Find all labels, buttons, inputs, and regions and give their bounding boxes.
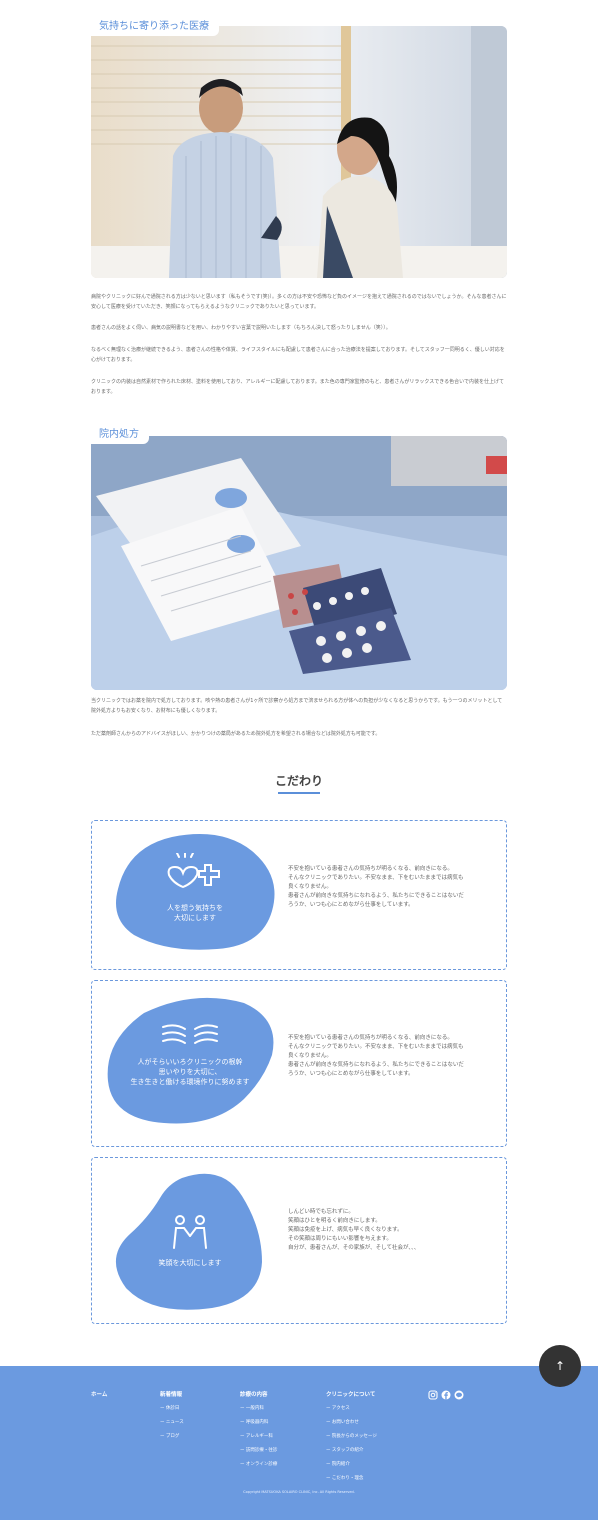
footer-link[interactable]: ー オンライン診療 (240, 1460, 277, 1474)
instagram-icon[interactable] (428, 1390, 438, 1400)
section-tag: 院内処方 (91, 426, 149, 444)
footer-heading[interactable]: 新着情報 (160, 1390, 184, 1404)
paragraph: なるべく無理なく治療が継続できるよう、患者さんの性格や体質、ライフスタイルにも配… (91, 347, 505, 363)
footer-link[interactable]: ー こだわり・理念 (326, 1474, 377, 1488)
footer-col-home: ホーム (91, 1390, 107, 1404)
footer-col-news: 新着情報 ー 休診日 ー ニュース ー ブログ (160, 1390, 184, 1446)
footer-link[interactable]: ー ブログ (160, 1432, 184, 1446)
card-body: しんどい時でも忘れずに。 笑顔はひとを明るく前向きにします。 笑顔は免疫を上げ、… (288, 1209, 420, 1251)
section-kimochi: 気持ちに寄り添った医療 病院やクリニックに好んで通院される方は少ないと思います（… (91, 18, 507, 408)
hands-icon (159, 1021, 221, 1047)
arrow-up-icon: ↑ (554, 1359, 566, 1373)
footer-link[interactable]: ー アレルギー科 (240, 1432, 277, 1446)
blob-shape: 笑顔を大切にします (112, 1170, 268, 1312)
line-icon[interactable] (454, 1390, 464, 1400)
prescription-photo (91, 436, 507, 690)
blob-text: 人を想う気持ちを 大切にします (167, 904, 223, 922)
footer-col-clinic: クリニックについて ー アクセス ー お問い合わせ ー 院長からのメッセージ ー… (326, 1390, 377, 1488)
section-innai: 院内処方 当クリニックではお薬を院内で処方しております。咳や熱の患者さんが1ヶ所… (91, 426, 507, 746)
footer-link-home[interactable]: ホーム (91, 1390, 107, 1404)
blob-shape: 人がそらいいろクリニックの根幹 思いやりを大切に、 生き生きと働ける環境作りに努… (104, 995, 276, 1127)
paragraph: ただ薬剤師さんからのアドバイスがほしい、かかりつけの薬局があるため院外処方を希望… (91, 731, 381, 737)
blob-shape: 人を想う気持ちを 大切にします (112, 831, 278, 951)
card-body: 不安を抱いている患者さんの気持ちが明るくなる、前向きになる。 そんなクリニックで… (288, 866, 464, 908)
paragraph: クリニックの内装は自然素材で作られた床材、塗料を使用しており、アレルギーに配慮し… (91, 379, 505, 395)
kodawari-title: こだわり (274, 774, 323, 788)
kodawari-card: 人を想う気持ちを 大切にします 不安を抱いている患者さんの気持ちが明るくなる、前… (91, 820, 507, 970)
facebook-icon[interactable] (441, 1390, 451, 1400)
section-tag: 気持ちに寄り添った医療 (91, 18, 219, 36)
paragraph: 当クリニックではお薬を院内で処方しております。咳や熱の患者さんが1ヶ所で診察から… (91, 698, 503, 714)
card-body: 不安を抱いている患者さんの気持ちが明るくなる、前向きになる。 そんなクリニックで… (288, 1035, 464, 1077)
copyright: Copyright MATSUOKA SOLAIRO CLINIC, Inc. … (243, 1490, 355, 1494)
footer-col-services: 診療の内容 ー 一般内科 ー 呼吸器内科 ー アレルギー科 ー 訪問診療・往診 … (240, 1390, 277, 1474)
paragraph: 病院やクリニックに好んで通院される方は少ないと思います（私もそうです(笑)）。多… (91, 294, 507, 310)
kodawari-card: 人がそらいいろクリニックの根幹 思いやりを大切に、 生き生きと働ける環境作りに努… (91, 980, 507, 1147)
blob-text: 人がそらいいろクリニックの根幹 思いやりを大切に、 生き生きと働ける環境作りに努… (130, 1058, 250, 1086)
footer-link[interactable]: ー ニュース (160, 1418, 184, 1432)
heart-plus-icon (165, 853, 225, 889)
footer-link[interactable]: ー 院長からのメッセージ (326, 1432, 377, 1446)
footer-link[interactable]: ー アクセス (326, 1404, 377, 1418)
kodawari-card: 笑顔を大切にします しんどい時でも忘れずに。 笑顔はひとを明るく前向きにします。… (91, 1157, 507, 1324)
footer-link[interactable]: ー 呼吸器内科 (240, 1418, 277, 1432)
footer-heading[interactable]: 診療の内容 (240, 1390, 277, 1404)
title-underline (278, 792, 320, 794)
footer-link[interactable]: ー スタッフの紹介 (326, 1446, 377, 1460)
social-links (428, 1390, 464, 1400)
footer-link[interactable]: ー お問い合わせ (326, 1418, 377, 1432)
footer-link[interactable]: ー 訪問診療・往診 (240, 1446, 277, 1460)
footer-link[interactable]: ー 院内紹介 (326, 1460, 377, 1474)
doctor-patient-photo (91, 26, 507, 278)
footer-link[interactable]: ー 一般内科 (240, 1404, 277, 1418)
footer-link[interactable]: ー 休診日 (160, 1404, 184, 1418)
footer-heading[interactable]: クリニックについて (326, 1390, 377, 1404)
back-to-top-button[interactable]: ↑ (539, 1345, 581, 1387)
footer: ホーム 新着情報 ー 休診日 ー ニュース ー ブログ 診療の内容 ー 一般内科… (0, 1366, 598, 1520)
people-icon (168, 1214, 212, 1250)
blob-text: 笑顔を大切にします (158, 1259, 222, 1267)
paragraph: 患者さんの話をよく伺い、病気の説明書などを用い、わかりやすい言葉で説明いたします… (91, 325, 391, 331)
